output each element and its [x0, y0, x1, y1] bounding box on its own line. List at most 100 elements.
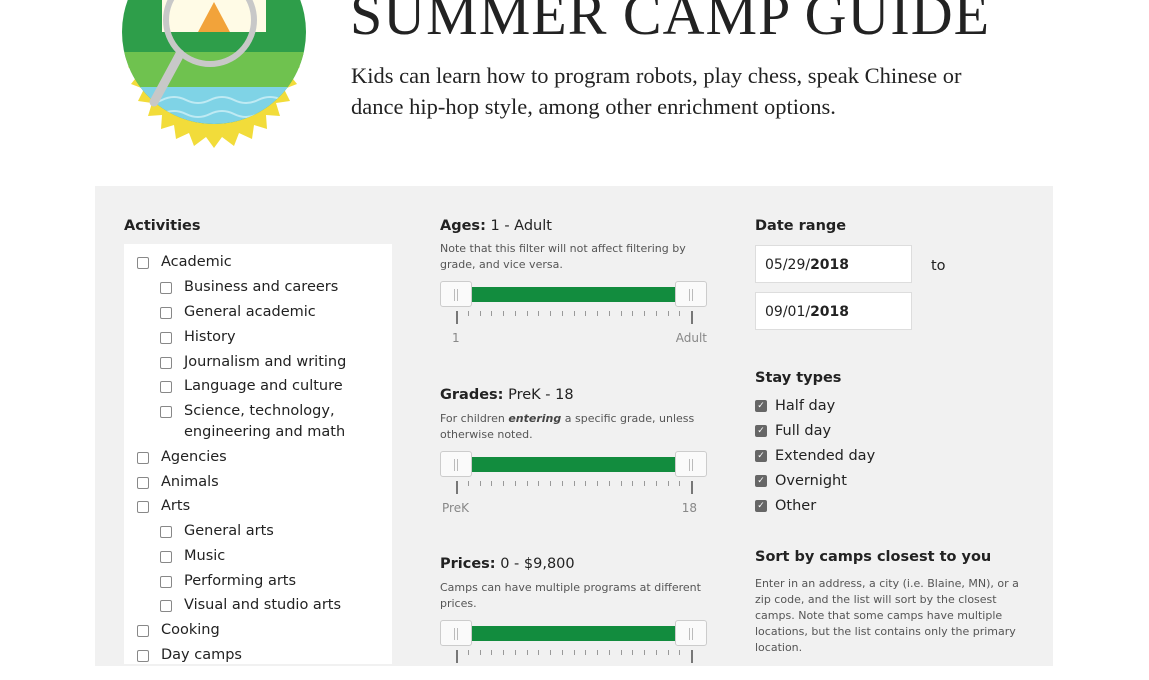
stay-type-label: Half day	[775, 398, 836, 414]
slider-tick	[503, 311, 504, 316]
activity-item[interactable]: Performing arts	[160, 571, 380, 592]
slider-tick	[644, 481, 645, 486]
slider-tick	[479, 650, 481, 655]
slider-tick	[655, 481, 657, 486]
activity-checkbox[interactable]	[160, 551, 172, 563]
activity-label: Journalism and writing	[184, 354, 347, 370]
ages-min-handle[interactable]	[440, 281, 472, 307]
checked-checkbox-icon[interactable]: ✓	[755, 450, 767, 462]
activity-checkbox[interactable]	[160, 332, 172, 344]
prices-slider-range	[456, 626, 691, 641]
activity-checkbox[interactable]	[137, 625, 149, 637]
grades-label: Grades:	[440, 387, 504, 403]
activity-label: Visual and studio arts	[184, 597, 342, 613]
activity-item[interactable]: Animals	[137, 472, 219, 493]
checked-checkbox-icon[interactable]: ✓	[755, 500, 767, 512]
activity-item[interactable]: Cooking	[137, 620, 220, 641]
activity-checkbox[interactable]	[160, 406, 172, 418]
slider-tick	[514, 650, 516, 655]
slider-tick	[691, 481, 693, 494]
slider-tick	[561, 311, 563, 316]
activity-checkbox[interactable]	[137, 257, 149, 269]
grades-slider[interactable]: PreK 18	[440, 451, 707, 515]
activity-item[interactable]: Science, technology, engineering and mat…	[160, 401, 380, 443]
activity-label: Cooking	[161, 622, 220, 638]
activity-checkbox[interactable]	[160, 381, 172, 393]
slider-tick	[632, 650, 634, 655]
activity-item[interactable]: Language and culture	[160, 376, 380, 397]
prices-max-handle[interactable]	[675, 620, 707, 646]
activity-checkbox[interactable]	[160, 357, 172, 369]
ages-max-handle[interactable]	[675, 281, 707, 307]
slider-tick	[503, 481, 504, 486]
slider-tick	[561, 650, 563, 655]
checked-checkbox-icon[interactable]: ✓	[755, 475, 767, 487]
activity-checkbox[interactable]	[137, 650, 149, 662]
checked-checkbox-icon[interactable]: ✓	[755, 400, 767, 412]
date-range-title: Date range	[755, 218, 847, 234]
activity-checkbox[interactable]	[160, 307, 172, 319]
slider-tick	[655, 311, 657, 316]
ages-slider[interactable]: 1 Adult	[440, 281, 707, 345]
prices-label: Prices:	[440, 556, 496, 572]
slider-tick	[691, 311, 693, 324]
prices-filter-header: Prices: 0 - $9,800	[440, 556, 575, 572]
slider-tick	[514, 481, 516, 486]
stay-type-option[interactable]: ✓ Other	[755, 498, 816, 514]
grades-max-handle[interactable]	[675, 451, 707, 477]
slider-tick	[526, 481, 528, 486]
activity-checkbox[interactable]	[137, 501, 149, 513]
checked-checkbox-icon[interactable]: ✓	[755, 425, 767, 437]
end-date-input[interactable]: 09/01/2018	[755, 292, 912, 330]
slider-tick	[526, 311, 528, 316]
slider-tick	[456, 481, 458, 494]
slider-tick	[561, 481, 563, 486]
activity-label: Business and careers	[184, 279, 339, 295]
stay-type-option[interactable]: ✓ Half day	[755, 398, 835, 414]
slider-tick	[491, 311, 493, 316]
activity-label: Language and culture	[184, 378, 343, 394]
activity-item[interactable]: Academic	[137, 252, 232, 273]
activity-item[interactable]: Agencies	[137, 447, 227, 468]
activity-item[interactable]: Day camps	[137, 645, 242, 666]
slider-tick	[503, 650, 504, 655]
ages-filter-header: Ages: 1 - Adult	[440, 218, 552, 234]
activity-item[interactable]: Arts	[137, 496, 190, 517]
slider-tick	[667, 481, 669, 486]
activity-checkbox[interactable]	[137, 452, 149, 464]
activity-item[interactable]: History	[160, 327, 380, 348]
activity-label: History	[184, 329, 236, 345]
activity-checkbox[interactable]	[160, 282, 172, 294]
activity-checkbox[interactable]	[160, 526, 172, 538]
slider-tick	[620, 481, 622, 486]
slider-tick	[667, 650, 669, 655]
slider-tick	[491, 650, 493, 655]
slider-tick	[644, 311, 645, 316]
activity-item[interactable]: Music	[160, 546, 380, 567]
activity-item[interactable]: General academic	[160, 302, 380, 323]
activity-label: Arts	[161, 498, 191, 514]
slider-tick	[620, 650, 622, 655]
grades-value: PreK - 18	[508, 387, 574, 403]
activity-item[interactable]: Visual and studio arts	[160, 595, 380, 616]
prices-min-handle[interactable]	[440, 620, 472, 646]
stay-type-option[interactable]: ✓ Overnight	[755, 473, 847, 489]
activity-checkbox[interactable]	[160, 576, 172, 588]
slider-tick	[655, 650, 657, 655]
activity-item[interactable]: Journalism and writing	[160, 352, 380, 373]
stay-type-option[interactable]: ✓ Full day	[755, 423, 831, 439]
prices-slider[interactable]	[440, 620, 707, 680]
activity-label: Agencies	[161, 449, 227, 465]
activity-checkbox[interactable]	[137, 477, 149, 489]
activity-label: General academic	[184, 304, 316, 320]
grades-min-handle[interactable]	[440, 451, 472, 477]
page-subtitle: Kids can learn how to program robots, pl…	[351, 63, 962, 119]
stay-type-label: Full day	[775, 423, 832, 439]
start-date-input[interactable]: 05/29/2018	[755, 245, 912, 283]
activities-list[interactable]: Academic Business and careers General acad…	[124, 244, 392, 664]
stay-type-option[interactable]: ✓ Extended day	[755, 448, 875, 464]
activity-item[interactable]: General arts	[160, 521, 380, 542]
activity-item[interactable]: Business and careers	[160, 277, 380, 298]
activity-checkbox[interactable]	[160, 600, 172, 612]
ages-note: Note that this filter will not affect fi…	[440, 242, 686, 271]
